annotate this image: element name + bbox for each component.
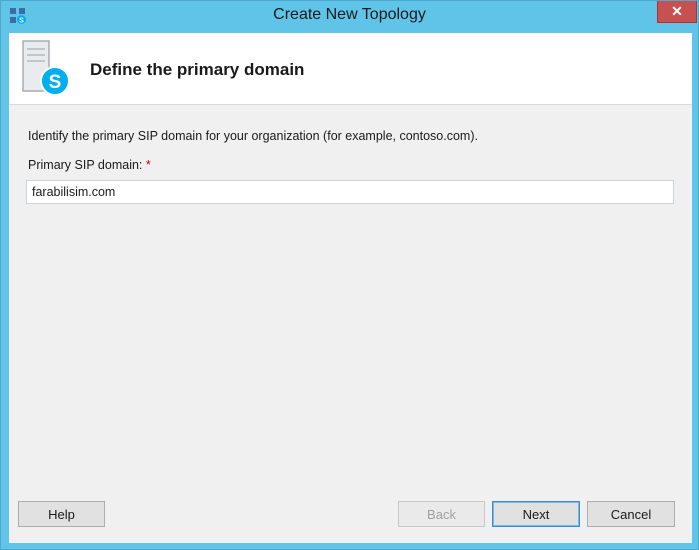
help-button[interactable]: Help — [18, 501, 105, 527]
instruction-text: Identify the primary SIP domain for your… — [28, 129, 478, 143]
wizard-header: S Define the primary domain — [9, 33, 692, 105]
title-bar[interactable]: S Create New Topology ✕ — [1, 1, 698, 33]
page-title: Define the primary domain — [90, 60, 305, 79]
dialog-body: S Define the primary domain Identify the… — [9, 33, 692, 543]
required-marker: * — [145, 158, 151, 172]
window-title: Create New Topology — [273, 6, 426, 23]
back-button[interactable]: Back — [398, 501, 485, 527]
sip-domain-label: Primary SIP domain: * — [28, 158, 151, 172]
svg-text:S: S — [49, 72, 62, 93]
cancel-button[interactable]: Cancel — [587, 501, 675, 527]
close-button[interactable]: ✕ — [657, 1, 697, 23]
sip-domain-label-text: Primary SIP domain: — [28, 158, 143, 172]
dialog-window: S Create New Topology ✕ S Define the pri… — [0, 0, 699, 550]
next-button[interactable]: Next — [492, 501, 580, 527]
close-icon: ✕ — [671, 3, 683, 19]
skype-server-icon: S — [19, 39, 75, 99]
sip-domain-input[interactable] — [26, 180, 674, 204]
